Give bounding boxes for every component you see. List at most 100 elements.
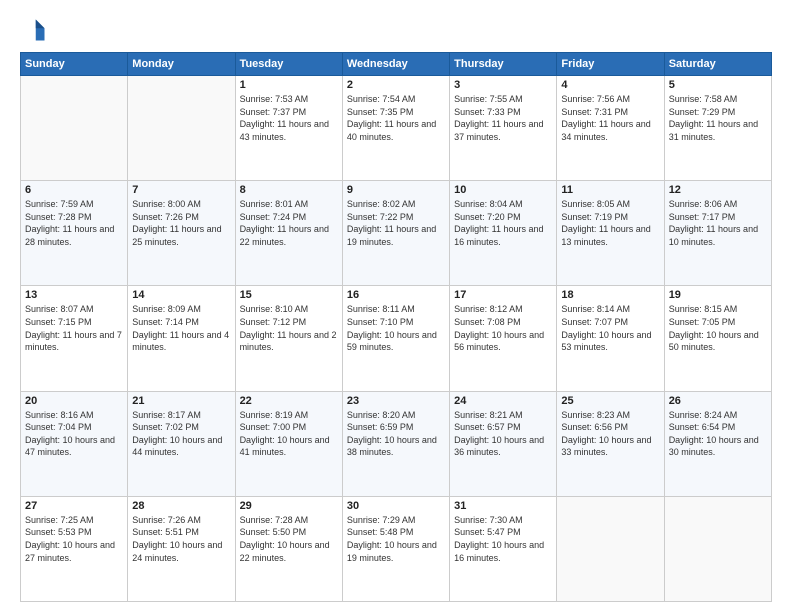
calendar-cell: 11Sunrise: 8:05 AM Sunset: 7:19 PM Dayli…	[557, 181, 664, 286]
day-number: 15	[240, 289, 338, 301]
day-number: 29	[240, 500, 338, 512]
day-info: Sunrise: 8:01 AM Sunset: 7:24 PM Dayligh…	[240, 198, 338, 248]
calendar-header-row: SundayMondayTuesdayWednesdayThursdayFrid…	[21, 53, 772, 76]
day-number: 22	[240, 395, 338, 407]
calendar-cell: 26 Sunrise: 8:24 AM Sunset: 6:54 PM Dayli…	[664, 391, 771, 496]
day-number: 28	[132, 500, 230, 512]
day-info: Sunrise: 7:54 AM Sunset: 7:35 PM Dayligh…	[347, 93, 445, 143]
day-number: 8	[240, 184, 338, 196]
day-number: 5	[669, 79, 767, 91]
day-number: 11	[561, 184, 659, 196]
day-number: 3	[454, 79, 552, 91]
calendar-cell: 25 Sunrise: 8:23 AM Sunset: 6:56 PM Dayli…	[557, 391, 664, 496]
day-info: Sunrise: 7:59 AM Sunset: 7:28 PM Dayligh…	[25, 198, 123, 248]
day-info: Sunrise: 8:09 AM Sunset: 7:14 PM Dayligh…	[132, 303, 230, 353]
day-info: Sunrise: 7:56 AM Sunset: 7:31 PM Dayligh…	[561, 93, 659, 143]
weekday-header: Sunday	[21, 53, 128, 76]
calendar-cell: 20 Sunrise: 8:16 AM Sunset: 7:04 PM Dayli…	[21, 391, 128, 496]
day-info: Sunrise: 8:11 AM Sunset: 7:10 PM Dayligh…	[347, 303, 445, 353]
day-number: 30	[347, 500, 445, 512]
day-number: 21	[132, 395, 230, 407]
calendar-week-row: 13 Sunrise: 8:07 AM Sunset: 7:15 PM Dayli…	[21, 286, 772, 391]
day-info: Sunrise: 8:14 AM Sunset: 7:07 PM Dayligh…	[561, 303, 659, 353]
calendar-cell: 16Sunrise: 8:11 AM Sunset: 7:10 PM Dayli…	[342, 286, 449, 391]
day-info: Sunrise: 7:26 AM Sunset: 5:51 PM Dayligh…	[132, 514, 230, 564]
day-info: Sunrise: 7:58 AM Sunset: 7:29 PM Dayligh…	[669, 93, 767, 143]
day-number: 13	[25, 289, 123, 301]
day-info: Sunrise: 8:06 AM Sunset: 7:17 PM Dayligh…	[669, 198, 767, 248]
day-info: Sunrise: 7:30 AM Sunset: 5:47 PM Dayligh…	[454, 514, 552, 564]
calendar-cell: 29 Sunrise: 7:28 AM Sunset: 5:50 PM Dayli…	[235, 496, 342, 601]
calendar-cell: 15 Sunrise: 8:10 AM Sunset: 7:12 PM Dayli…	[235, 286, 342, 391]
day-info: Sunrise: 8:23 AM Sunset: 6:56 PM Dayligh…	[561, 409, 659, 459]
weekday-header: Thursday	[450, 53, 557, 76]
weekday-header: Tuesday	[235, 53, 342, 76]
day-info: Sunrise: 8:02 AM Sunset: 7:22 PM Dayligh…	[347, 198, 445, 248]
calendar-cell: 6Sunrise: 7:59 AM Sunset: 7:28 PM Daylig…	[21, 181, 128, 286]
day-number: 1	[240, 79, 338, 91]
day-info: Sunrise: 7:53 AM Sunset: 7:37 PM Dayligh…	[240, 93, 338, 143]
calendar-cell: 8 Sunrise: 8:01 AM Sunset: 7:24 PM Daylig…	[235, 181, 342, 286]
calendar-cell: 5 Sunrise: 7:58 AM Sunset: 7:29 PM Daylig…	[664, 76, 771, 181]
day-info: Sunrise: 8:21 AM Sunset: 6:57 PM Dayligh…	[454, 409, 552, 459]
day-info: Sunrise: 8:12 AM Sunset: 7:08 PM Dayligh…	[454, 303, 552, 353]
calendar-cell: 18 Sunrise: 8:14 AM Sunset: 7:07 PM Dayli…	[557, 286, 664, 391]
day-number: 14	[132, 289, 230, 301]
day-number: 12	[669, 184, 767, 196]
day-number: 26	[669, 395, 767, 407]
day-info: Sunrise: 8:15 AM Sunset: 7:05 PM Dayligh…	[669, 303, 767, 353]
day-info: Sunrise: 8:00 AM Sunset: 7:26 PM Dayligh…	[132, 198, 230, 248]
calendar-week-row: 6Sunrise: 7:59 AM Sunset: 7:28 PM Daylig…	[21, 181, 772, 286]
day-info: Sunrise: 7:25 AM Sunset: 5:53 PM Dayligh…	[25, 514, 123, 564]
day-number: 27	[25, 500, 123, 512]
calendar-cell: 10Sunrise: 8:04 AM Sunset: 7:20 PM Dayli…	[450, 181, 557, 286]
calendar-cell: 7 Sunrise: 8:00 AM Sunset: 7:26 PM Daylig…	[128, 181, 235, 286]
day-info: Sunrise: 7:55 AM Sunset: 7:33 PM Dayligh…	[454, 93, 552, 143]
day-number: 31	[454, 500, 552, 512]
calendar-cell: 23 Sunrise: 8:20 AM Sunset: 6:59 PM Dayli…	[342, 391, 449, 496]
weekday-header: Wednesday	[342, 53, 449, 76]
calendar-cell: 9Sunrise: 8:02 AM Sunset: 7:22 PM Daylig…	[342, 181, 449, 286]
calendar-cell: 24 Sunrise: 8:21 AM Sunset: 6:57 PM Dayli…	[450, 391, 557, 496]
day-info: Sunrise: 8:16 AM Sunset: 7:04 PM Dayligh…	[25, 409, 123, 459]
calendar-week-row: 1 Sunrise: 7:53 AM Sunset: 7:37 PM Daylig…	[21, 76, 772, 181]
logo-icon	[20, 16, 48, 44]
calendar-cell: 14 Sunrise: 8:09 AM Sunset: 7:14 PM Dayli…	[128, 286, 235, 391]
calendar-cell	[557, 496, 664, 601]
day-number: 17	[454, 289, 552, 301]
calendar-cell: 21 Sunrise: 8:17 AM Sunset: 7:02 PM Dayli…	[128, 391, 235, 496]
day-info: Sunrise: 8:10 AM Sunset: 7:12 PM Dayligh…	[240, 303, 338, 353]
calendar-cell: 1 Sunrise: 7:53 AM Sunset: 7:37 PM Daylig…	[235, 76, 342, 181]
calendar-cell: 22 Sunrise: 8:19 AM Sunset: 7:00 PM Dayli…	[235, 391, 342, 496]
weekday-header: Monday	[128, 53, 235, 76]
header	[20, 16, 772, 44]
day-number: 7	[132, 184, 230, 196]
day-number: 20	[25, 395, 123, 407]
calendar-cell	[664, 496, 771, 601]
day-number: 24	[454, 395, 552, 407]
calendar-cell: 13 Sunrise: 8:07 AM Sunset: 7:15 PM Dayli…	[21, 286, 128, 391]
day-info: Sunrise: 8:17 AM Sunset: 7:02 PM Dayligh…	[132, 409, 230, 459]
day-number: 18	[561, 289, 659, 301]
day-info: Sunrise: 8:19 AM Sunset: 7:00 PM Dayligh…	[240, 409, 338, 459]
logo	[20, 16, 52, 44]
day-number: 25	[561, 395, 659, 407]
calendar-cell	[21, 76, 128, 181]
calendar-cell	[128, 76, 235, 181]
calendar-cell: 3 Sunrise: 7:55 AM Sunset: 7:33 PM Daylig…	[450, 76, 557, 181]
calendar-week-row: 27 Sunrise: 7:25 AM Sunset: 5:53 PM Dayli…	[21, 496, 772, 601]
page: SundayMondayTuesdayWednesdayThursdayFrid…	[0, 0, 792, 612]
day-number: 4	[561, 79, 659, 91]
calendar-cell: 19 Sunrise: 8:15 AM Sunset: 7:05 PM Dayli…	[664, 286, 771, 391]
day-info: Sunrise: 7:28 AM Sunset: 5:50 PM Dayligh…	[240, 514, 338, 564]
weekday-header: Friday	[557, 53, 664, 76]
day-number: 23	[347, 395, 445, 407]
calendar-table: SundayMondayTuesdayWednesdayThursdayFrid…	[20, 52, 772, 602]
day-info: Sunrise: 8:07 AM Sunset: 7:15 PM Dayligh…	[25, 303, 123, 353]
calendar-cell: 30Sunrise: 7:29 AM Sunset: 5:48 PM Dayli…	[342, 496, 449, 601]
day-info: Sunrise: 8:24 AM Sunset: 6:54 PM Dayligh…	[669, 409, 767, 459]
calendar-cell: 4 Sunrise: 7:56 AM Sunset: 7:31 PM Daylig…	[557, 76, 664, 181]
weekday-header: Saturday	[664, 53, 771, 76]
day-info: Sunrise: 8:20 AM Sunset: 6:59 PM Dayligh…	[347, 409, 445, 459]
day-number: 19	[669, 289, 767, 301]
